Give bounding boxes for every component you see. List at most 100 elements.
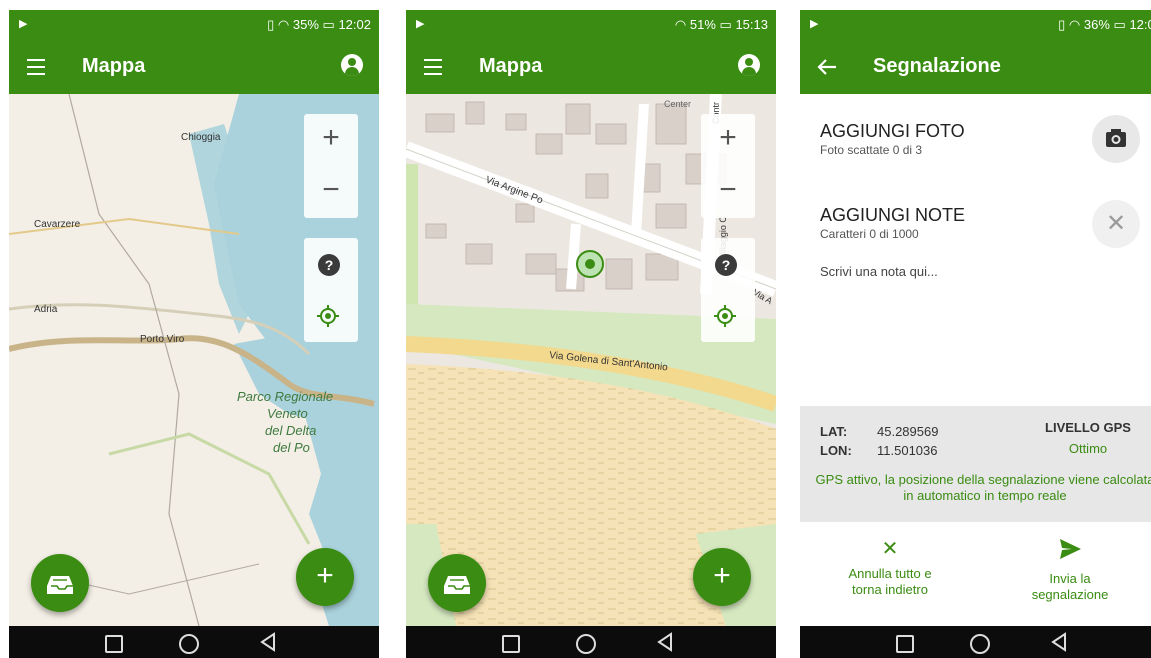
notification-icon: ▶ bbox=[810, 18, 821, 30]
notes-field[interactable] bbox=[820, 260, 1140, 282]
menu-icon[interactable] bbox=[424, 54, 446, 80]
battery-level: 35% bbox=[292, 17, 319, 32]
arrow-back-icon[interactable] bbox=[816, 56, 838, 78]
map-tools: ? bbox=[701, 238, 755, 342]
status-bar: ▶ ▯ ◠ 36% ▭ 12:02 bbox=[800, 10, 1151, 40]
help-icon[interactable]: ? bbox=[715, 254, 737, 276]
latitude-value: 45.289569 bbox=[877, 424, 939, 439]
status-right: ▯ ◠ 35% ▭ 12:02 bbox=[267, 17, 371, 33]
my-location-icon[interactable] bbox=[316, 304, 340, 328]
notification-icon: ▶ bbox=[19, 18, 30, 30]
help-icon[interactable]: ? bbox=[318, 254, 340, 276]
notification-icon: ▶ bbox=[416, 18, 427, 30]
inbox-icon bbox=[444, 576, 470, 594]
latitude-label: LAT: bbox=[820, 424, 848, 439]
clock: 12:02 bbox=[1129, 17, 1151, 32]
wifi-icon: ◠ bbox=[674, 17, 687, 32]
gps-level-label: LIVELLO GPS bbox=[1045, 420, 1131, 435]
map-label-cavarzere: Cavarzere bbox=[34, 219, 81, 230]
inbox-icon bbox=[47, 576, 73, 594]
recents-button[interactable] bbox=[105, 635, 123, 653]
account-icon[interactable] bbox=[738, 54, 760, 76]
toolbar: Mappa bbox=[406, 40, 776, 94]
cancel-label-line1: Annulla tutto e bbox=[848, 566, 932, 581]
plus-icon: + bbox=[713, 559, 731, 592]
battery-icon: ▭ bbox=[719, 17, 732, 32]
add-notes-title: AGGIUNGI NOTE bbox=[820, 205, 966, 225]
send-icon bbox=[1060, 539, 1081, 559]
phone-screen-new-report: ▶ ▯ ◠ 36% ▭ 12:02 Segnalazione AGGIUNGI … bbox=[800, 10, 1151, 658]
page-title: Segnalazione bbox=[873, 55, 1001, 77]
zoom-out-button[interactable]: − bbox=[701, 166, 755, 216]
zoom-out-button[interactable]: − bbox=[304, 166, 358, 216]
map-view[interactable]: Chioggia Cavarzere Adria Porto Viro Parc… bbox=[9, 94, 379, 626]
reports-inbox-button[interactable] bbox=[31, 554, 89, 612]
phone-screen-map-overview: ▶ ▯ ◠ 35% ▭ 12:02 Mappa Chioggia Cavarze bbox=[9, 10, 379, 658]
account-icon[interactable] bbox=[341, 54, 363, 76]
add-photo-counter: Foto scattate 0 di 3 bbox=[820, 143, 923, 157]
status-right: ◠ 51% ▭ 15:13 bbox=[675, 17, 768, 33]
status-bar: ▶ ◠ 51% ▭ 15:13 bbox=[406, 10, 776, 40]
my-location-icon[interactable] bbox=[713, 304, 737, 328]
map-label-park-3: del Delta bbox=[265, 423, 316, 438]
plus-icon: + bbox=[316, 559, 334, 592]
add-photo-title: AGGIUNGI FOTO bbox=[820, 121, 965, 141]
clock: 12:02 bbox=[338, 17, 371, 32]
system-nav-bar bbox=[800, 626, 1151, 658]
send-label-line2: segnalazione bbox=[1031, 587, 1109, 602]
map-label-park-2: Veneto bbox=[267, 406, 308, 421]
add-report-button[interactable]: + bbox=[296, 548, 354, 606]
cancel-label-line2: torna indietro bbox=[852, 582, 928, 597]
wifi-icon: ◠ bbox=[1068, 17, 1081, 32]
map-label-center: Center bbox=[664, 99, 691, 109]
map-label-adria: Adria bbox=[34, 304, 58, 315]
status-right: ▯ ◠ 36% ▭ 12:02 bbox=[1058, 17, 1151, 33]
recents-button[interactable] bbox=[502, 635, 520, 653]
battery-level: 36% bbox=[1083, 17, 1110, 32]
clock: 15:13 bbox=[735, 17, 768, 32]
zoom-in-button[interactable]: + bbox=[304, 114, 358, 164]
notes-counter: Caratteri 0 di 1000 bbox=[820, 227, 919, 241]
longitude-value: 11.501036 bbox=[877, 443, 938, 458]
back-button[interactable] bbox=[1050, 632, 1068, 652]
battery-level: 51% bbox=[689, 17, 716, 32]
send-label-line1: Invia la bbox=[1049, 571, 1091, 586]
status-bar: ▶ ▯ ◠ 35% ▭ 12:02 bbox=[9, 10, 379, 40]
cancel-button[interactable]: ✕ Annulla tutto e torna indietro bbox=[815, 536, 965, 598]
back-button[interactable] bbox=[259, 632, 277, 652]
home-button[interactable] bbox=[576, 634, 596, 654]
map-view[interactable]: Center Via Argine Po Via Golena di Sant'… bbox=[406, 94, 776, 626]
map-label-chioggia: Chioggia bbox=[181, 132, 221, 143]
system-nav-bar bbox=[406, 626, 776, 658]
recents-button[interactable] bbox=[896, 635, 914, 653]
toolbar: Segnalazione bbox=[800, 40, 1151, 94]
map-tools: ? bbox=[304, 238, 358, 342]
camera-button[interactable] bbox=[1092, 115, 1140, 163]
longitude-label: LON: bbox=[820, 443, 852, 458]
back-button[interactable] bbox=[656, 632, 674, 652]
close-icon: ✕ bbox=[881, 538, 899, 560]
menu-icon[interactable] bbox=[27, 54, 49, 80]
clear-notes-button[interactable]: ✕ bbox=[1092, 200, 1140, 248]
reports-inbox-button[interactable] bbox=[428, 554, 486, 612]
zoom-controls: + − bbox=[701, 114, 755, 218]
phone-screen-map-detail: ▶ ◠ 51% ▭ 15:13 Mappa Center Via Argine … bbox=[406, 10, 776, 658]
send-report-button[interactable]: Invia la segnalazione bbox=[995, 536, 1145, 603]
wifi-icon: ◠ bbox=[277, 17, 290, 32]
home-button[interactable] bbox=[179, 634, 199, 654]
close-icon: ✕ bbox=[1105, 210, 1127, 237]
gps-level-value: Ottimo bbox=[1068, 441, 1108, 456]
page-title: Mappa bbox=[82, 55, 146, 77]
vibrate-icon: ▯ bbox=[1058, 17, 1066, 32]
vibrate-icon: ▯ bbox=[267, 17, 275, 32]
home-button[interactable] bbox=[970, 634, 990, 654]
add-report-button[interactable]: + bbox=[693, 548, 751, 606]
map-label-porto-viro: Porto Viro bbox=[140, 334, 185, 345]
zoom-in-button[interactable]: + bbox=[701, 114, 755, 164]
gps-info-text: GPS attivo, la posizione della segnalazi… bbox=[815, 472, 1151, 503]
camera-icon bbox=[1106, 129, 1126, 147]
system-nav-bar bbox=[9, 626, 379, 658]
page-title: Mappa bbox=[479, 55, 543, 77]
zoom-controls: + − bbox=[304, 114, 358, 218]
map-label-park-4: del Po bbox=[273, 440, 310, 455]
